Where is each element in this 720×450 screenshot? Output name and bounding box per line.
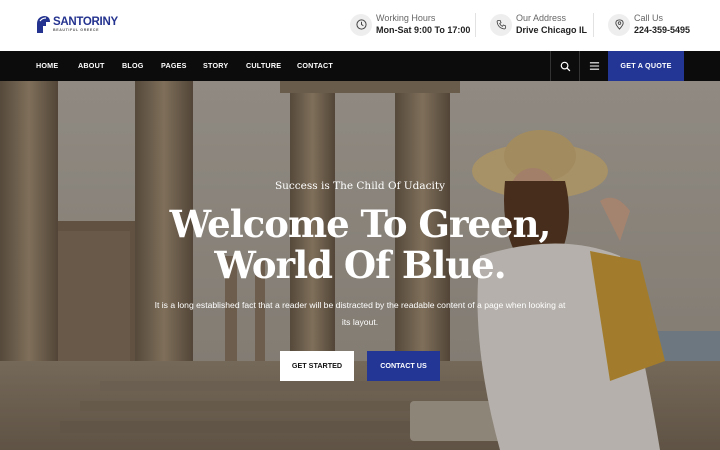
address-info: Our Address Drive Chicago IL <box>490 13 587 36</box>
nav-item-culture[interactable]: CULTURE <box>246 51 281 81</box>
call-value[interactable]: 224-359-5495 <box>634 24 690 36</box>
get-a-quote-button[interactable]: GET A QUOTE <box>608 51 684 81</box>
call-info: Call Us 224-359-5495 <box>608 13 690 36</box>
hero-headline-line-2: World Of Blue. <box>214 243 506 287</box>
nav-item-pages[interactable]: PAGES <box>161 51 187 81</box>
nav-item-story[interactable]: STORY <box>203 51 228 81</box>
header-divider <box>475 13 476 37</box>
hero-headline-line-1: Welcome To Green, <box>169 202 552 246</box>
search-button[interactable] <box>551 51 579 81</box>
nav-item-blog[interactable]: BLOG <box>122 51 144 81</box>
get-started-button[interactable]: GET STARTED <box>280 351 354 381</box>
location-pin-icon <box>608 13 630 36</box>
hamburger-menu-icon <box>589 62 599 70</box>
address-label: Our Address <box>516 13 567 23</box>
logo-helmet-icon <box>37 16 50 33</box>
menu-button[interactable] <box>580 51 608 81</box>
header-divider <box>593 13 594 37</box>
working-hours-value: Mon-Sat 9:00 To 17:00 <box>376 25 471 35</box>
hero-tagline: Success is The Child Of Udacity <box>274 180 446 192</box>
working-hours-label: Working Hours <box>376 13 436 23</box>
address-value: Drive Chicago IL <box>516 25 588 35</box>
logo-name: SANTORINY <box>53 16 118 28</box>
logo[interactable]: SANTORINY BEAUTIFUL GREECE <box>35 15 118 34</box>
working-hours-info: Working Hours Mon-Sat 9:00 To 17:00 <box>350 13 470 36</box>
phone-icon <box>490 13 512 36</box>
logo-tagline: BEAUTIFUL GREECE <box>53 28 100 32</box>
hero-description: It is a long established fact that a rea… <box>154 300 566 327</box>
nav-item-contact[interactable]: CONTACT <box>297 51 333 81</box>
search-icon <box>560 61 570 71</box>
hero-section: Success is The Child Of Udacity Welcome … <box>0 81 720 450</box>
nav-item-home[interactable]: HOME <box>36 51 58 81</box>
nav-item-about[interactable]: ABOUT <box>78 51 105 81</box>
contact-us-button[interactable]: CONTACT US <box>367 351 440 381</box>
top-header: SANTORINY BEAUTIFUL GREECE Working Hours… <box>0 0 720 51</box>
call-label: Call Us <box>634 13 664 23</box>
main-navbar: HOME ABOUT BLOG PAGES STORY CULTURE CONT… <box>0 51 720 81</box>
clock-icon <box>350 13 372 36</box>
